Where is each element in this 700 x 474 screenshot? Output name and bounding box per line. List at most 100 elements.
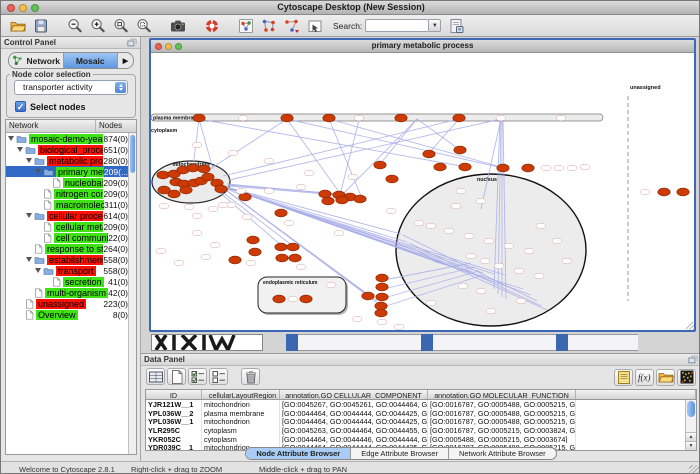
network-node[interactable] <box>157 171 169 179</box>
table-row[interactable]: YJR121W__1mitochondrion[GO:0045267, GO:0… <box>146 400 696 409</box>
network-node[interactable] <box>287 243 299 251</box>
network-node[interactable] <box>395 114 407 122</box>
help-docs-button[interactable] <box>201 16 222 35</box>
network-node[interactable] <box>322 197 334 205</box>
network-node[interactable] <box>276 254 288 262</box>
select-nodes-checkbox[interactable]: ✓ <box>15 101 26 112</box>
network-node[interactable] <box>374 161 386 169</box>
scroll-up-icon[interactable]: ▲ <box>686 432 696 441</box>
background-window-edge[interactable] <box>421 334 433 351</box>
zoom-selected-button[interactable] <box>133 16 154 35</box>
tree-row[interactable]: biological_process651(0) <box>6 144 136 155</box>
network-node[interactable] <box>229 256 241 264</box>
tree-row[interactable]: transport558(0) <box>6 265 136 276</box>
network-node[interactable] <box>423 150 435 158</box>
vizmapper-button[interactable] <box>235 16 256 35</box>
tree-row[interactable]: cell communicat22(0) <box>6 232 136 243</box>
tree-row[interactable]: Overview8(0) <box>6 309 136 320</box>
network-node[interactable] <box>376 283 388 291</box>
save-button[interactable] <box>30 16 51 35</box>
tree-row[interactable]: metabolic process280(0) <box>6 155 136 166</box>
network-node[interactable] <box>319 190 331 198</box>
expand-triangle-icon[interactable] <box>26 158 32 163</box>
import-network-button[interactable] <box>281 16 302 35</box>
network-node[interactable] <box>281 114 293 122</box>
tab-edge-attribute-browser[interactable]: Edge Attribute Browser <box>351 448 449 459</box>
background-window-edge[interactable] <box>286 334 298 351</box>
network-node[interactable] <box>375 309 387 317</box>
column-header[interactable]: ID <box>146 390 202 399</box>
network-node[interactable] <box>193 114 205 122</box>
zoom-fit-button[interactable] <box>110 16 131 35</box>
network-node[interactable] <box>249 248 261 256</box>
expand-triangle-icon[interactable] <box>35 268 41 273</box>
tree-row[interactable]: establishment of lo558(0) <box>6 254 136 265</box>
delete-attribute-button[interactable] <box>241 368 260 385</box>
tree-row[interactable]: response to stimulu264(0) <box>6 243 136 254</box>
float-panel-icon[interactable] <box>687 354 699 365</box>
select-attributes-button[interactable] <box>188 368 207 385</box>
tree-row[interactable]: cellular process614(0) <box>6 210 136 221</box>
tree-row[interactable]: cellular metabo209(0) <box>6 221 136 232</box>
network-view-titlebar[interactable]: primary metabolic process <box>151 40 694 53</box>
network-node[interactable] <box>453 114 465 122</box>
network-node[interactable] <box>273 295 285 303</box>
background-window-strip[interactable] <box>568 334 638 351</box>
annotation-tool-button[interactable] <box>304 16 325 35</box>
tree-row[interactable]: unassigned223(0) <box>6 298 136 309</box>
network-node[interactable] <box>187 164 199 172</box>
table-row[interactable]: YPL036W__2plasma membrane[GO:0044464, GO… <box>146 409 696 418</box>
new-attribute-button[interactable] <box>167 368 186 385</box>
search-input[interactable] <box>365 19 429 32</box>
network-node[interactable] <box>289 254 301 262</box>
search-dropdown-button[interactable]: ▼ <box>429 19 441 32</box>
expand-triangle-icon[interactable] <box>26 257 32 262</box>
network-canvas[interactable]: unassignedplasma membranecytoplasmnucleu… <box>151 53 694 330</box>
network-node[interactable] <box>275 243 287 251</box>
expand-triangle-icon[interactable] <box>35 169 41 174</box>
tree-row[interactable]: primary metabo209(... <box>6 166 136 177</box>
network-node[interactable] <box>677 188 689 196</box>
network-node[interactable] <box>202 173 214 181</box>
zoom-in-button[interactable] <box>87 16 108 35</box>
enhanced-search-button[interactable] <box>445 16 466 35</box>
tree-row[interactable]: macromolecule311(0) <box>6 199 136 210</box>
table-scrollbar[interactable]: ▲ ▼ <box>685 400 696 450</box>
tree-column-nodes[interactable]: Nodes <box>96 120 136 132</box>
network-node[interactable] <box>376 274 388 282</box>
network-node[interactable] <box>180 186 192 194</box>
function-builder-button[interactable]: f(x) <box>635 369 654 386</box>
network-node[interactable] <box>386 175 398 183</box>
table-row[interactable]: YKR052Ccytoplasm[GO:0044464, GO:0044446,… <box>146 435 696 444</box>
network-node[interactable] <box>497 164 509 172</box>
attribute-matrix-button[interactable] <box>677 369 696 386</box>
float-panel-icon[interactable] <box>126 37 138 48</box>
table-row[interactable]: YPL036W__1mitochondrion[GO:0044464, GO:0… <box>146 417 696 426</box>
scroll-down-icon[interactable]: ▼ <box>686 441 696 450</box>
attribute-editor-button[interactable] <box>614 369 633 386</box>
network-node[interactable] <box>336 196 348 204</box>
node-color-dropdown[interactable]: transporter activity <box>14 80 128 95</box>
column-header[interactable]: annotation.GO CELLULAR_COMPONENT <box>280 390 428 399</box>
column-header[interactable]: _cellularLayoutRegion <box>202 390 280 399</box>
network-node[interactable] <box>198 165 210 173</box>
unselect-attributes-button[interactable] <box>209 368 228 385</box>
background-window-strip[interactable] <box>298 334 421 351</box>
network-node[interactable] <box>362 292 374 300</box>
tab-overflow-button[interactable]: ▶ <box>118 53 133 68</box>
create-network-button[interactable] <box>258 16 279 35</box>
network-node[interactable] <box>454 146 466 154</box>
network-node[interactable] <box>300 295 312 303</box>
network-node[interactable] <box>239 193 251 201</box>
network-node[interactable] <box>354 195 366 203</box>
background-window-zoomed[interactable] <box>151 334 263 351</box>
tree-column-network[interactable]: Network <box>6 120 96 132</box>
tab-network[interactable]: Network <box>9 53 64 68</box>
network-node[interactable] <box>522 164 534 172</box>
background-window-edge[interactable] <box>556 334 568 351</box>
open-file-button[interactable] <box>7 16 28 35</box>
network-node[interactable] <box>658 188 670 196</box>
network-node[interactable] <box>247 236 259 244</box>
expand-triangle-icon[interactable] <box>8 136 14 141</box>
network-node[interactable] <box>158 186 170 194</box>
